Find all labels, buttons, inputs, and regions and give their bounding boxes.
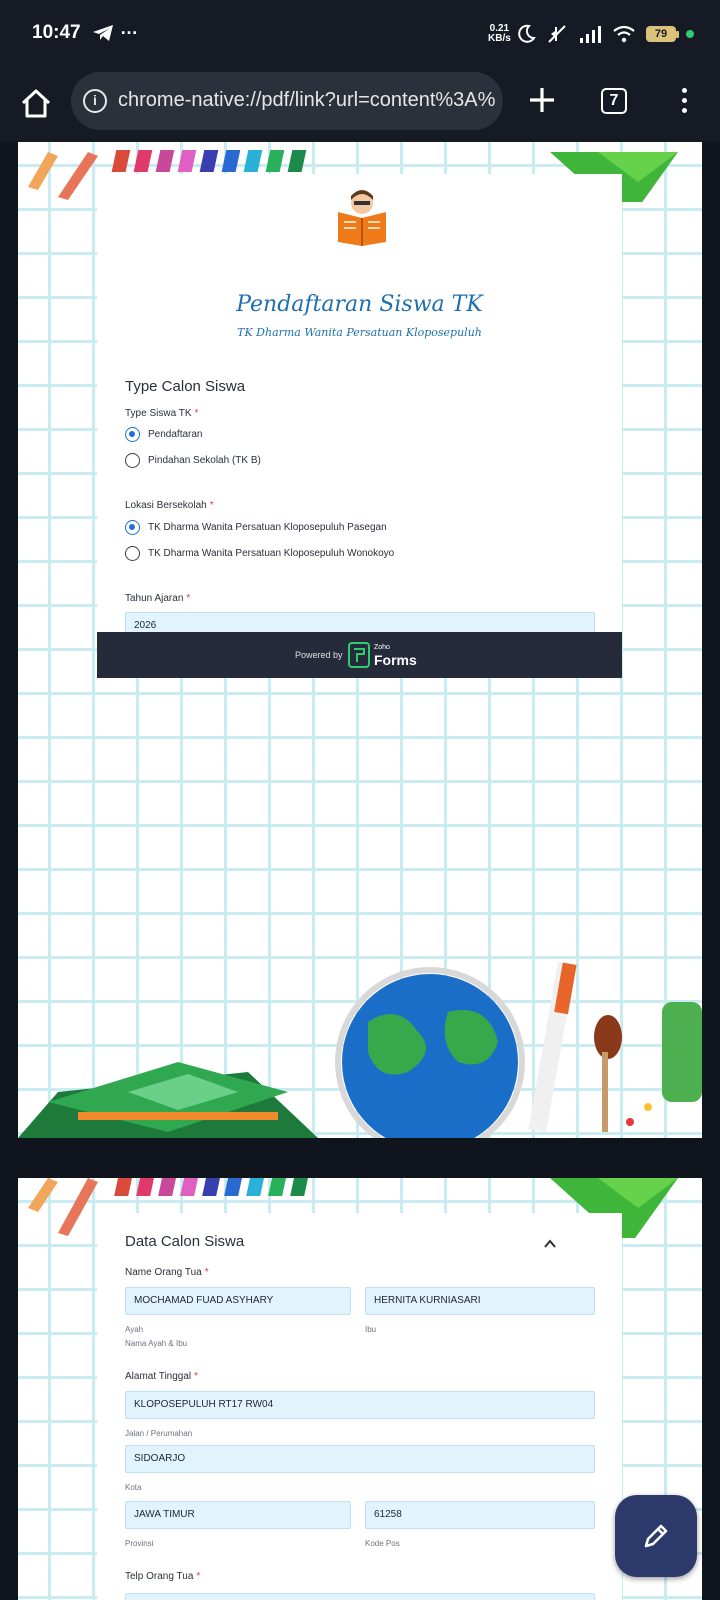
father-helper: Ayah — [125, 1325, 144, 1334]
tabs-icon[interactable]: 7 — [601, 88, 627, 114]
net-speed-unit: KB/s — [488, 33, 511, 44]
signal-icon — [580, 26, 601, 43]
field-label-lokasi-text: Lokasi Bersekolah — [125, 500, 207, 511]
zoho-brand: Forms — [374, 652, 417, 668]
moon-icon — [518, 24, 536, 43]
street-input[interactable]: KLOPOSEPULUH RT17 RW04 — [125, 1391, 595, 1419]
privacy-indicator — [686, 30, 694, 38]
info-icon[interactable]: i — [83, 89, 107, 113]
field-label-address: Alamat Tinggal * — [125, 1371, 198, 1382]
field-label-type: Type Siswa TK * — [125, 408, 198, 419]
zoho-forms-icon — [348, 642, 370, 668]
required-mark: * — [194, 1371, 199, 1382]
radio-option-wonokoyo[interactable]: TK Dharma Wanita Persatuan Kloposepuluh … — [125, 545, 394, 561]
field-label-address-text: Alamat Tinggal — [125, 1371, 192, 1382]
mother-name-input[interactable]: HERNITA KURNIASARI — [365, 1287, 595, 1315]
url-bar[interactable]: i chrome-native://pdf/link?url=content%3… — [71, 72, 503, 130]
city-input[interactable]: SIDOARJO — [125, 1445, 595, 1473]
section-title-type: Type Calon Siswa — [125, 378, 246, 395]
required-mark: * — [194, 408, 199, 419]
field-label-phone: Telp Orang Tua * — [125, 1571, 200, 1582]
form-card: Pendaftaran Siswa TK TK Dharma Wanita Pe… — [97, 174, 622, 640]
status-time: 10:47 — [32, 22, 81, 43]
radio-option-pasegan[interactable]: TK Dharma Wanita Persatuan Kloposepuluh … — [125, 519, 387, 535]
powered-by-footer: Powered by Zoho Forms — [97, 632, 622, 678]
chevron-up-icon[interactable] — [543, 1237, 557, 1251]
field-label-phone-text: Telp Orang Tua — [125, 1571, 194, 1582]
field-label-tahun-text: Tahun Ajaran — [125, 593, 184, 604]
required-mark: * — [186, 593, 191, 604]
powered-by-text: Powered by — [295, 650, 343, 660]
radio-label: TK Dharma Wanita Persatuan Kloposepuluh … — [148, 547, 395, 559]
radio-option-pendaftaran[interactable]: Pendaftaran — [125, 426, 203, 442]
province-helper: Provinsi — [125, 1539, 154, 1548]
province-input[interactable]: JAWA TIMUR — [125, 1501, 351, 1529]
pencil-icon — [644, 1524, 668, 1548]
radio-selected[interactable] — [125, 426, 140, 442]
parent-name-helper: Nama Ayah & Ibu — [125, 1339, 188, 1348]
field-label-parent-name-text: Name Orang Tua — [125, 1267, 202, 1278]
field-label-type-text: Type Siswa TK — [125, 408, 192, 419]
radio-option-pindahan[interactable]: Pindahan Sekolah (TK B) — [125, 452, 261, 468]
home-icon[interactable] — [18, 86, 54, 122]
zoho-brand-small: Zoho — [374, 644, 390, 651]
section-title-data: Data Calon Siswa — [125, 1233, 245, 1250]
radio-unselected[interactable] — [125, 545, 140, 561]
telegram-icon — [93, 25, 113, 41]
school-supplies-decoration — [18, 961, 702, 1138]
mother-helper: Ibu — [365, 1325, 377, 1334]
required-mark: * — [204, 1267, 209, 1278]
kebab-menu-icon[interactable] — [676, 86, 692, 116]
form-subtitle: TK Dharma Wanita Persatuan Kloposepuluh — [237, 326, 482, 339]
city-helper: Kota — [125, 1483, 142, 1492]
edit-fab-button[interactable] — [615, 1495, 697, 1577]
radio-selected[interactable] — [125, 519, 140, 535]
status-bar: 10:47 … 0.21 KB/s 79 — [0, 0, 720, 66]
form-card-2: Data Calon Siswa Name Orang Tua * MOCHAMA… — [97, 1213, 622, 1600]
field-label-tahun: Tahun Ajaran * — [125, 593, 190, 604]
radio-label: TK Dharma Wanita Persatuan Kloposepuluh … — [148, 521, 387, 533]
wifi-icon — [613, 25, 635, 43]
radio-label: Pendaftaran — [148, 428, 203, 440]
postal-code-helper: Kode Pos — [365, 1539, 400, 1548]
reading-child-logo — [338, 190, 386, 246]
plus-icon[interactable] — [526, 84, 558, 116]
pdf-page-1: Pendaftaran Siswa TK TK Dharma Wanita Pe… — [18, 142, 702, 1138]
phone-input[interactable] — [125, 1593, 595, 1600]
field-label-lokasi: Lokasi Bersekolah * — [125, 500, 214, 511]
father-name-input[interactable]: MOCHAMAD FUAD ASYHARY — [125, 1287, 351, 1315]
net-speed: 0.21 KB/s — [488, 24, 511, 44]
status-icons: 79 — [516, 22, 694, 46]
radio-unselected[interactable] — [125, 452, 140, 468]
battery-icon: 79 — [646, 26, 679, 42]
required-mark: * — [209, 500, 214, 511]
url-text[interactable]: chrome-native://pdf/link?url=content%3A% — [118, 89, 495, 112]
browser-toolbar: i chrome-native://pdf/link?url=content%3… — [0, 66, 720, 142]
mute-icon — [548, 25, 566, 43]
status-overflow: … — [120, 18, 138, 38]
field-label-parent-name: Name Orang Tua * — [125, 1267, 209, 1278]
radio-label: Pindahan Sekolah (TK B) — [148, 454, 261, 466]
pdf-page-2: Data Calon Siswa Name Orang Tua * MOCHAMA… — [18, 1178, 702, 1600]
form-title: Pendaftaran Siswa TK — [236, 292, 483, 317]
required-mark: * — [196, 1571, 201, 1582]
postal-code-input[interactable]: 61258 — [365, 1501, 595, 1529]
street-helper: Jalan / Perumahan — [125, 1429, 193, 1438]
